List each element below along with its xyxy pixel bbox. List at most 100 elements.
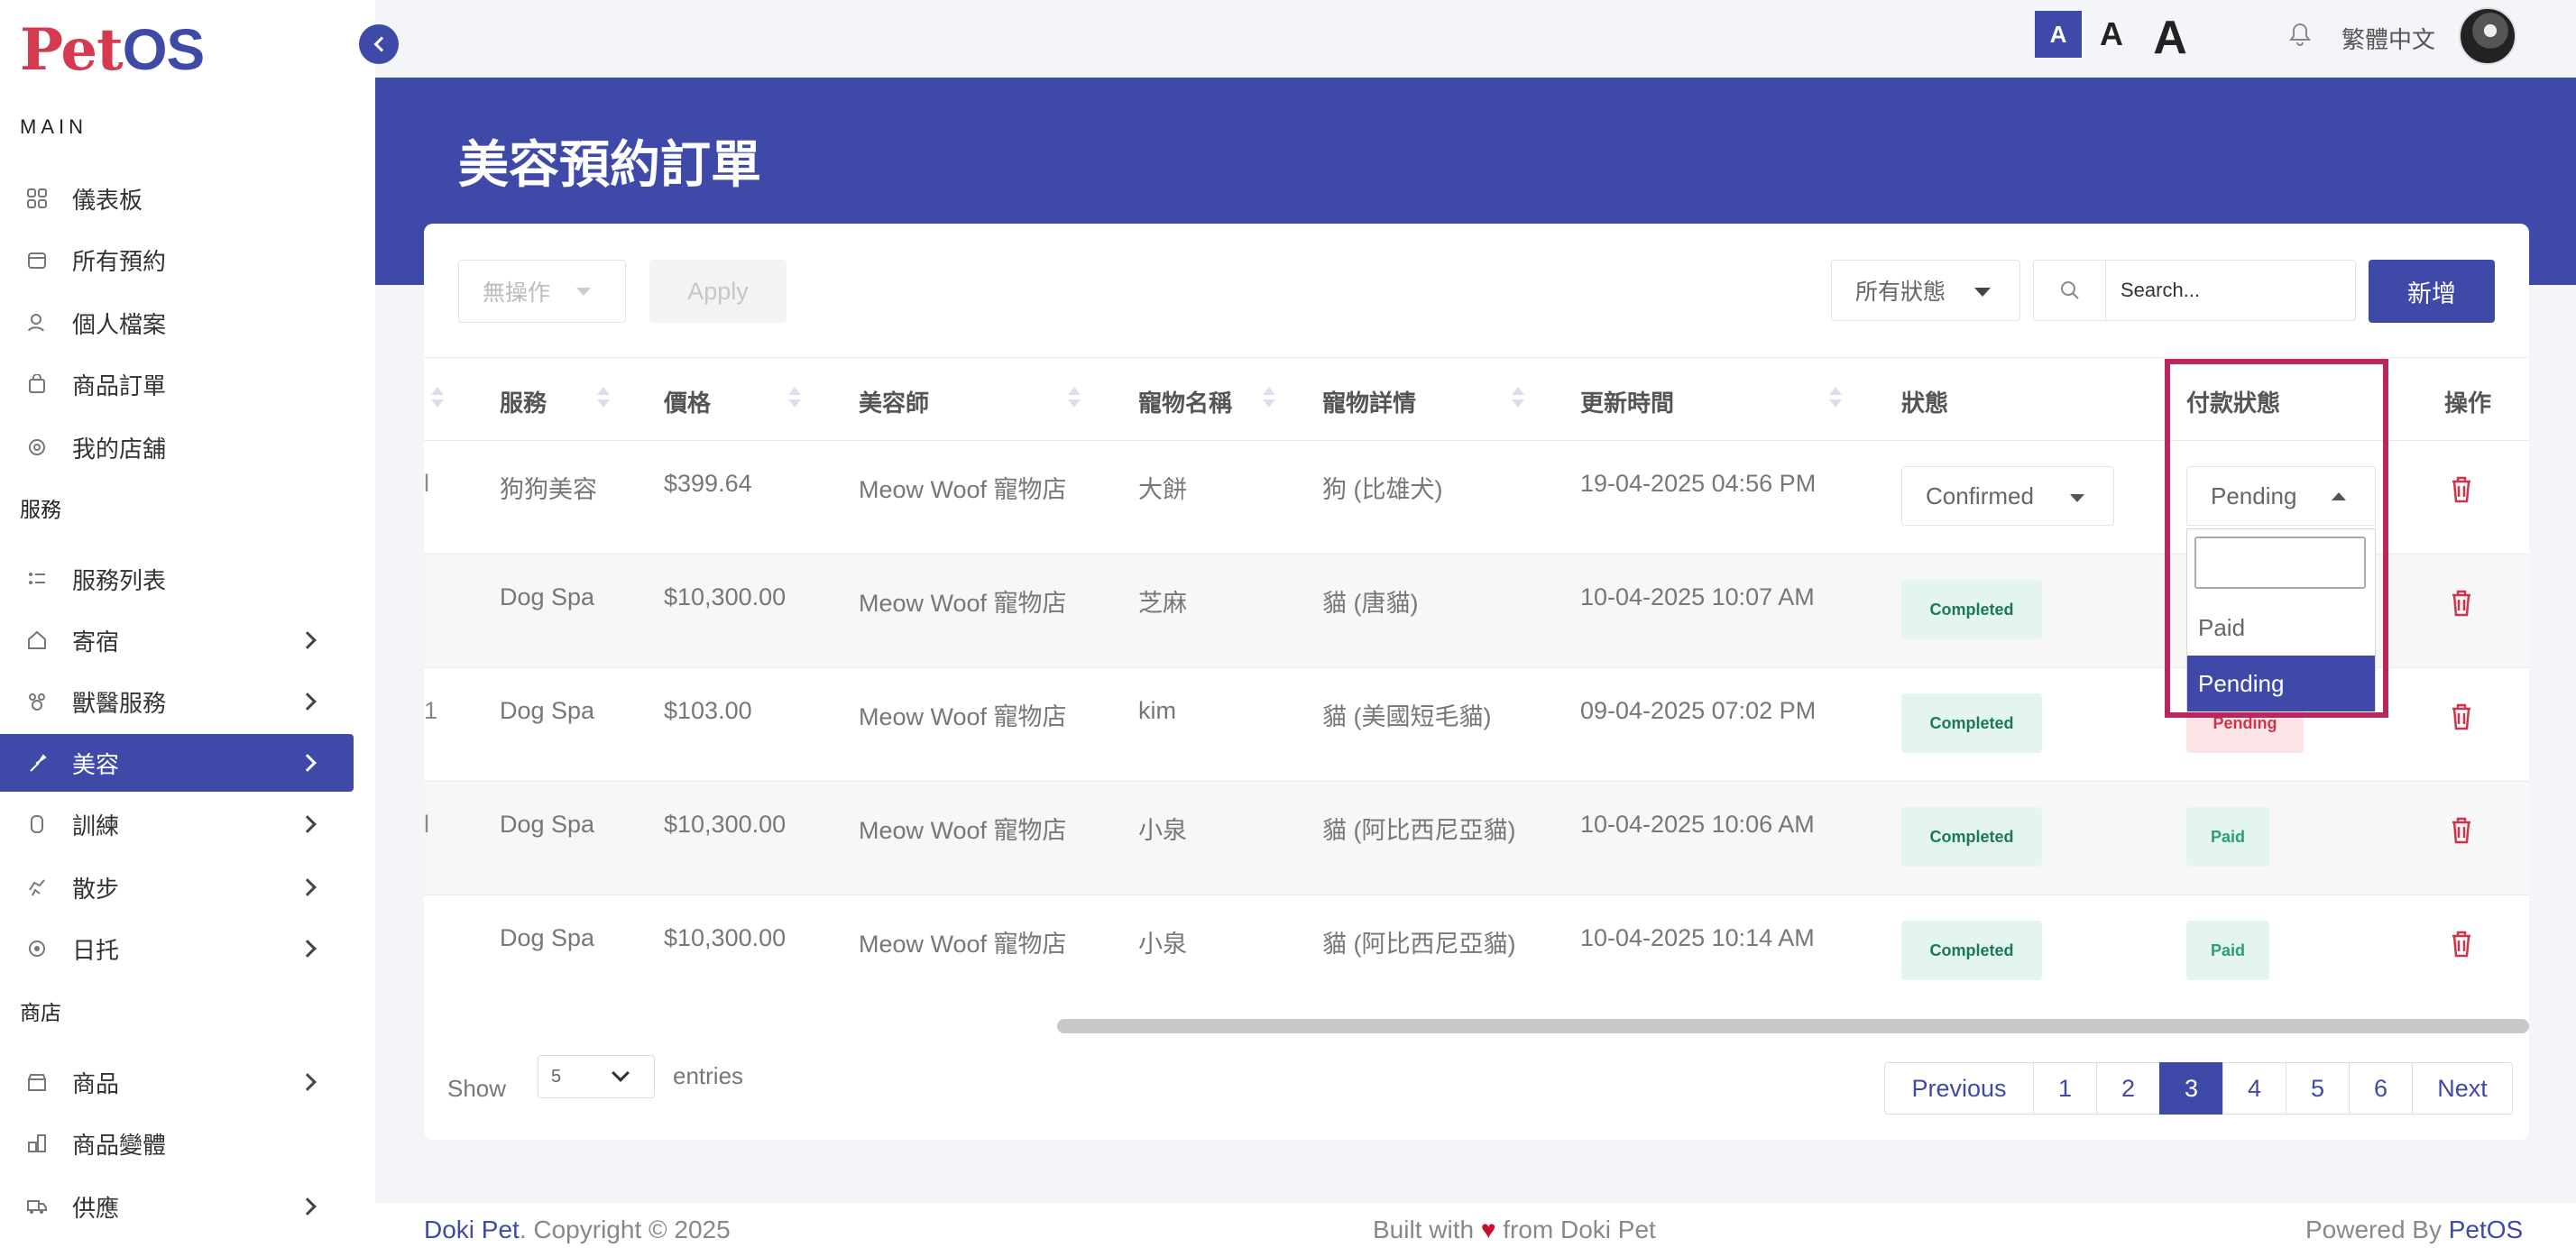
shop-icon [25,436,49,459]
cell-groomer: Meow Woof 寵物店 [859,931,1067,958]
caret-down-icon [1974,288,1991,297]
sort-icon[interactable] [1512,385,1524,412]
avatar[interactable] [2459,7,2516,65]
col-service[interactable]: 服務 [500,385,547,418]
language-selector[interactable]: 繁體中文 [2341,22,2435,55]
sidebar-item-service-list[interactable]: 服務列表 [0,550,354,608]
status-badge[interactable]: Completed [1901,580,2042,639]
sidebar-item-label: 寄宿 [72,628,120,656]
footer-copyright-text: . Copyright © 2025 [519,1216,731,1243]
col-pet-detail[interactable]: 寵物詳情 [1322,385,1416,418]
sidebar-item-products[interactable]: 商品 [0,1053,354,1111]
page-6[interactable]: 6 [2349,1062,2413,1115]
sidebar-item-label: 商品訂單 [72,372,167,399]
sidebar-item-boarding[interactable]: 寄宿 [0,611,354,669]
col-updated[interactable]: 更新時間 [1580,385,1674,418]
caret-down-icon [576,288,591,296]
trash-icon[interactable] [2450,475,2473,504]
page-3[interactable]: 3 [2159,1062,2223,1115]
trash-icon[interactable] [2450,816,2473,845]
cell-service: Dog Spa [500,697,595,724]
payment-badge[interactable]: Paid [2186,921,2269,980]
sidebar-item-vet[interactable]: 獸醫服務 [0,673,354,730]
page-2[interactable]: 2 [2096,1062,2160,1115]
footer-petos-link[interactable]: PetOS [2449,1216,2523,1243]
cell-pet-name: 小泉 [1138,817,1187,844]
page-next[interactable]: Next [2412,1062,2513,1115]
chevron-right-icon [299,631,317,649]
cell-pet-detail: 貓 (唐貓) [1322,590,1419,617]
page-previous[interactable]: Previous [1884,1062,2034,1115]
sort-icon[interactable] [1829,385,1842,412]
footer-built-post: from Doki Pet [1495,1216,1656,1243]
search-input[interactable] [2108,261,2351,320]
cell-updated: 10-04-2025 10:14 AM [1580,924,1815,951]
add-button[interactable]: 新增 [2369,260,2495,323]
section-shop: 商店 [20,1001,61,1024]
trash-icon[interactable] [2450,930,2473,959]
sort-icon[interactable] [431,385,444,412]
trash-icon[interactable] [2450,589,2473,618]
font-size-medium-button[interactable]: A [2091,11,2132,58]
sort-icon[interactable] [597,385,610,412]
horizontal-scrollbar[interactable] [1057,1019,2529,1033]
sidebar-item-appointments[interactable]: 所有預約 [0,231,354,289]
sidebar-item-my-shop[interactable]: 我的店舖 [0,418,354,476]
variant-icon [25,1132,49,1155]
status-badge[interactable]: Completed [1901,807,2042,867]
footer-built-with: Built with ♥ from Doki Pet [1373,1216,1656,1244]
sidebar-item-orders[interactable]: 商品訂單 [0,355,354,413]
page-5[interactable]: 5 [2286,1062,2350,1115]
chevron-right-icon [299,1073,317,1091]
status-select[interactable]: Confirmed [1901,466,2114,526]
collapse-sidebar-button[interactable] [359,24,399,64]
petos-logo[interactable]: PetOS [20,16,205,84]
cell-updated: 10-04-2025 10:07 AM [1580,583,1815,610]
apply-button[interactable]: Apply [649,260,787,323]
sidebar-item-profile[interactable]: 個人檔案 [0,294,354,352]
status-badge[interactable]: Completed [1901,921,2042,980]
bag-icon [25,372,49,396]
col-price[interactable]: 價格 [664,385,711,418]
sidebar-item-walk[interactable]: 散步 [0,858,354,916]
font-size-small-button[interactable]: A [2035,11,2082,58]
sidebar-item-variants[interactable]: 商品變體 [0,1115,354,1172]
cell-groomer: Meow Woof 寵物店 [859,817,1067,844]
sidebar-item-supply[interactable]: 供應 [0,1178,354,1235]
trash-icon[interactable] [2450,702,2473,731]
entries-select[interactable]: 5 [538,1055,655,1098]
status-badge[interactable]: Completed [1901,693,2042,753]
truncated-cell: l [424,470,429,497]
sidebar-item-label: 散步 [72,875,120,903]
calendar-icon [25,248,49,271]
col-pet-name[interactable]: 寵物名稱 [1138,385,1232,418]
sidebar: PetOS MAIN 儀表板 所有預約 個人檔案 商品訂單 我的店舖 服務 服務… [0,0,375,1257]
page-1[interactable]: 1 [2033,1062,2097,1115]
sidebar-item-dashboard[interactable]: 儀表板 [0,170,354,227]
footer-brand-link[interactable]: Doki Pet [424,1216,520,1243]
cell-groomer: Meow Woof 寵物店 [859,590,1067,617]
sort-icon[interactable] [788,385,801,412]
payment-badge[interactable]: Paid [2186,807,2269,867]
entries-value: 5 [551,1066,562,1087]
sort-icon[interactable] [1263,385,1275,412]
footer-built-pre: Built with [1373,1216,1481,1243]
sidebar-item-label: 訓練 [72,812,120,840]
sidebar-item-label: 美容 [72,750,120,778]
sidebar-item-grooming[interactable]: 美容 [0,734,354,792]
sidebar-item-daycare[interactable]: 日托 [0,920,354,977]
sort-icon[interactable] [1068,385,1081,412]
col-groomer[interactable]: 美容師 [859,385,929,418]
status-filter-select[interactable]: 所有狀態 [1831,260,2020,321]
page-4[interactable]: 4 [2222,1062,2286,1115]
search-box [2033,260,2356,321]
chevron-left-icon [373,36,389,52]
sidebar-item-training[interactable]: 訓練 [0,795,354,853]
sidebar-item-label: 商品 [72,1069,120,1097]
bulk-action-select[interactable]: 無操作 [458,260,626,323]
page-title: 美容預約訂單 [458,136,761,193]
footer-powered-pre: Powered By [2305,1216,2449,1243]
font-size-large-button[interactable]: A [2145,11,2195,65]
bell-icon[interactable] [2289,22,2311,47]
cell-service: Dog Spa [500,924,595,951]
